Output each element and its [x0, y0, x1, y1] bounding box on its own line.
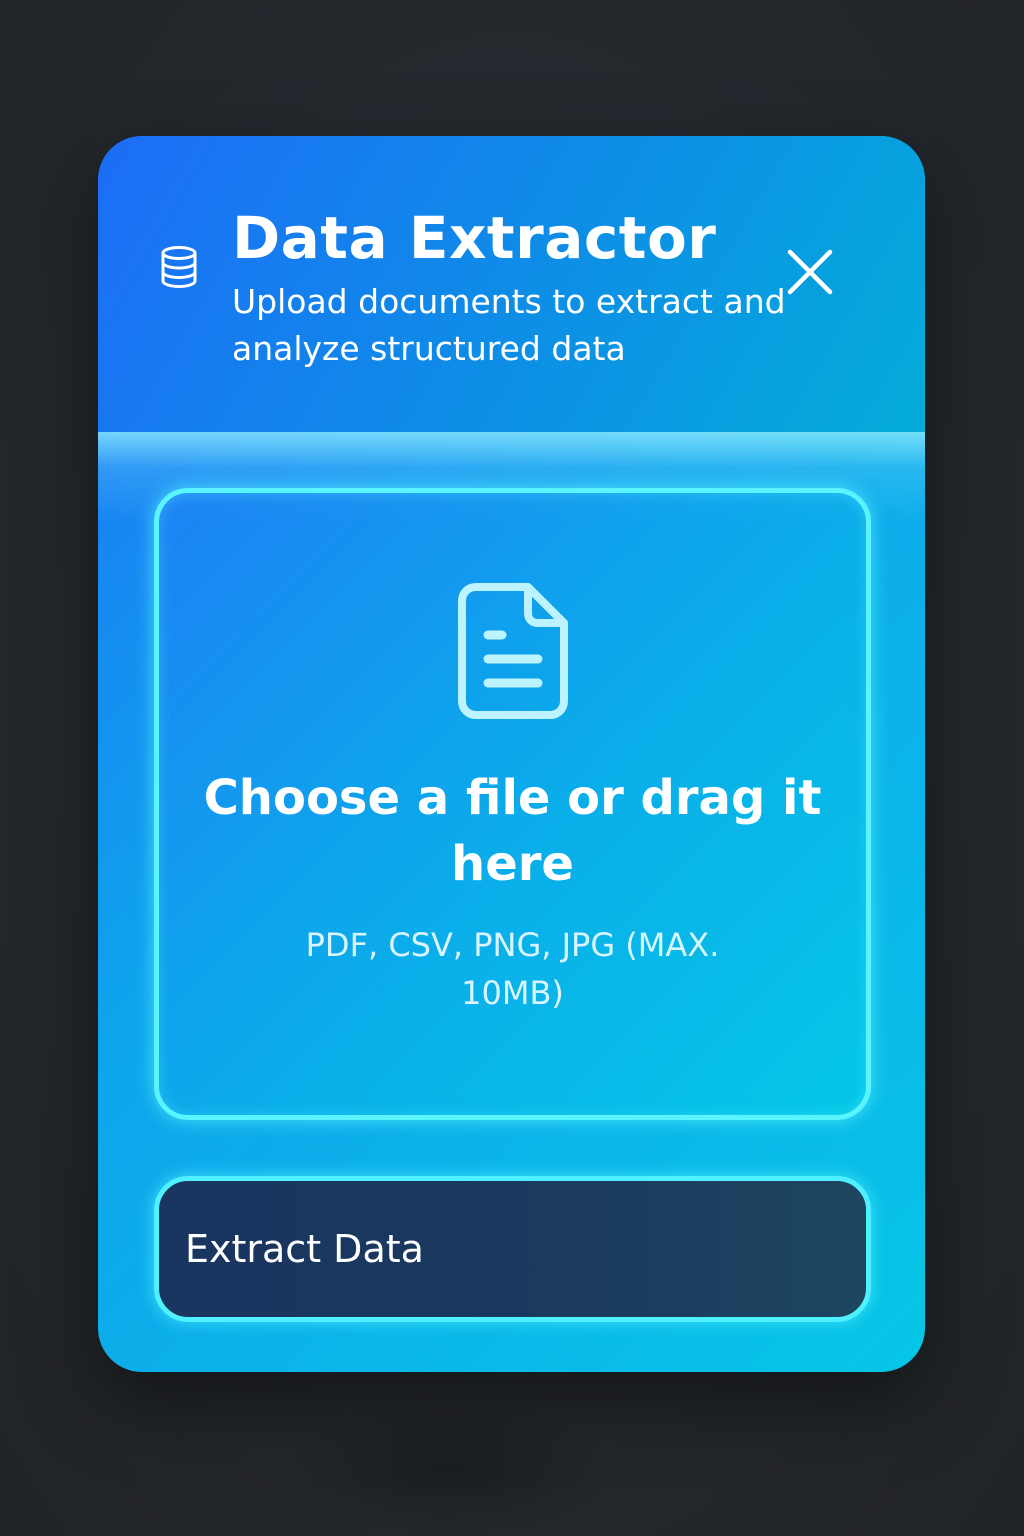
file-document-icon	[458, 583, 568, 719]
dialog-header: Data Extractor Upload documents to extra…	[98, 136, 925, 432]
background-shadow	[280, 1400, 620, 1536]
close-icon	[787, 249, 833, 295]
data-extractor-dialog: Data Extractor Upload documents to extra…	[98, 136, 925, 1372]
dialog-title: Data Extractor	[232, 204, 717, 272]
database-icon	[161, 246, 197, 288]
close-button[interactable]	[782, 244, 838, 300]
page-background: Data Extractor Upload documents to extra…	[0, 0, 1024, 1536]
file-dropzone[interactable]: Choose a file or drag it here PDF, CSV, …	[154, 488, 871, 1120]
dropzone-file-types-hint: PDF, CSV, PNG, JPG (MAX. 10MB)	[305, 926, 720, 1012]
dropzone-title: Choose a file or drag it here	[203, 770, 822, 892]
dialog-subtitle: Upload documents to extract and analyze …	[232, 282, 786, 368]
extract-data-label: Extract Data	[185, 1227, 424, 1271]
extract-data-button[interactable]: Extract Data	[154, 1176, 871, 1322]
